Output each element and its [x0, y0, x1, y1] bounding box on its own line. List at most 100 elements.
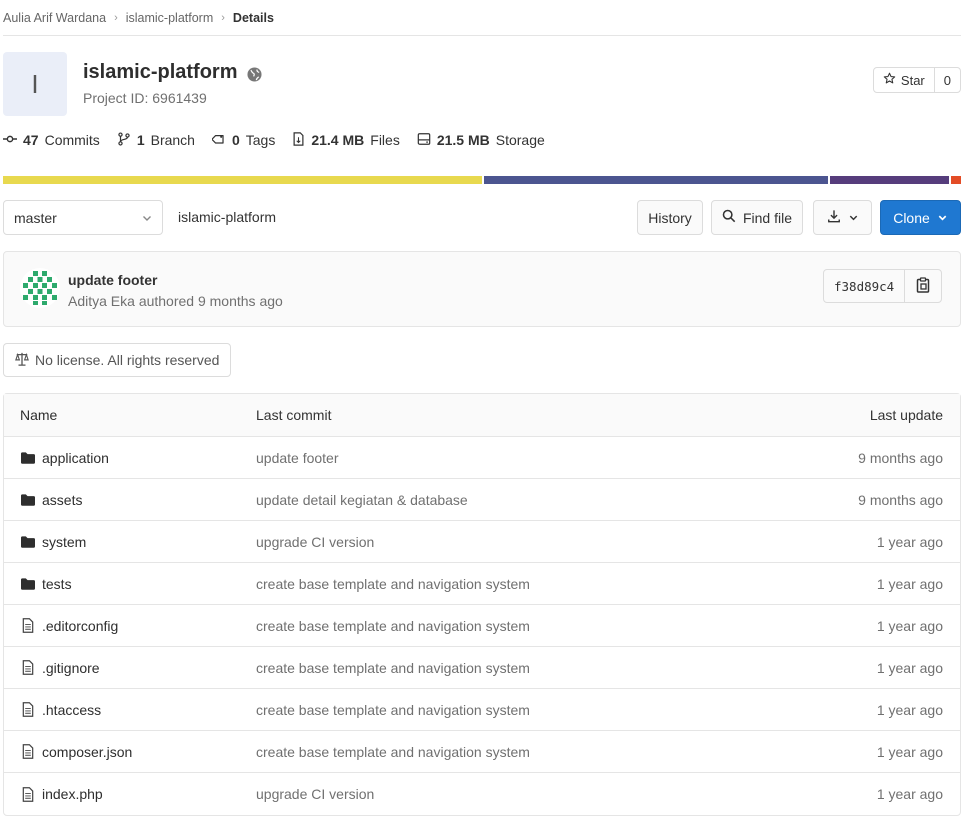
file-name-link[interactable]: .gitignore [20, 660, 100, 676]
project-avatar[interactable]: I [3, 52, 67, 116]
commit-sha-group: f38d89c4 [823, 269, 943, 303]
branch-count: 1 [136, 132, 145, 148]
folder-icon [20, 534, 36, 550]
table-row[interactable]: .htaccess create base template and naviga… [4, 689, 960, 731]
last-update: 9 months ago [858, 491, 943, 508]
chevron-down-icon [937, 210, 948, 226]
commits-stat[interactable]: 47 Commits [3, 132, 100, 149]
tags-label: Tags [245, 132, 276, 148]
commits-label: Commits [44, 132, 100, 148]
branch-icon [117, 131, 131, 149]
column-header-last-update: Last update [869, 407, 943, 423]
last-commit-link[interactable]: create base template and navigation syst… [256, 660, 530, 676]
commit-title-link[interactable]: update footer [68, 272, 157, 288]
last-commit-panel: update footer Aditya Eka authored 9 mont… [3, 251, 961, 327]
license-badge[interactable]: No license. All rights reserved [3, 343, 232, 377]
author-avatar[interactable] [20, 268, 60, 308]
table-row[interactable]: application update footer 9 months ago [4, 437, 960, 479]
star-count[interactable]: 0 [935, 68, 960, 92]
table-row[interactable]: assets update detail kegiatan & database 9… [4, 479, 960, 521]
file-tree-table: Name Last commit Last update application… [3, 393, 961, 816]
file-name-link[interactable]: composer.json [20, 744, 132, 760]
last-commit-link[interactable]: create base template and navigation syst… [256, 702, 530, 718]
project-name: islamic-platform [83, 61, 238, 83]
branch-stat[interactable]: 1 Branch [117, 131, 195, 149]
last-commit-link[interactable]: upgrade CI version [256, 534, 374, 550]
download-icon [827, 209, 841, 226]
file-icon [20, 786, 36, 802]
star-label: Star [900, 72, 925, 88]
commit-sha[interactable]: f38d89c4 [824, 270, 906, 302]
star-control: Star 0 [872, 67, 961, 93]
clone-button[interactable]: Clone [880, 200, 961, 235]
history-button[interactable]: History [637, 200, 703, 235]
repo-path-link[interactable]: islamic-platform [178, 209, 276, 225]
scale-icon [15, 352, 29, 369]
file-icon [20, 744, 36, 760]
project-id: Project ID: 6961439 [83, 90, 207, 106]
search-icon [722, 209, 736, 226]
breadcrumb-project-link[interactable]: islamic-platform [126, 11, 214, 25]
clone-label: Clone [893, 209, 930, 226]
storage-stat: 21.5 MB Storage [417, 132, 545, 149]
file-name-link[interactable]: .editorconfig [20, 618, 118, 634]
storage-label: Storage [495, 132, 545, 148]
last-update: 1 year ago [876, 786, 943, 802]
last-commit-link[interactable]: update detail kegiatan & database [256, 492, 468, 508]
storage-size: 21.5 MB [436, 132, 490, 148]
file-icon [20, 660, 36, 676]
tags-stat[interactable]: 0 Tags [211, 132, 276, 149]
file-name: composer.json [42, 743, 133, 760]
find-file-button[interactable]: Find file [711, 200, 803, 235]
last-commit-link[interactable]: create base template and navigation syst… [256, 744, 530, 760]
commit-icon [3, 132, 17, 149]
file-name: .gitignore [42, 659, 100, 676]
file-name-link[interactable]: system [20, 534, 86, 550]
commit-meta: Aditya Eka authored 9 months ago [68, 293, 283, 309]
table-row[interactable]: .gitignore create base template and navig… [4, 647, 960, 689]
table-row[interactable]: index.php upgrade CI version 1 year ago [4, 773, 960, 815]
table-row[interactable]: composer.json create base template and na… [4, 731, 960, 773]
file-name-link[interactable]: index.php [20, 786, 103, 802]
language-segment[interactable] [3, 176, 482, 184]
chevron-down-icon [848, 210, 859, 226]
branch-label: Branch [150, 132, 195, 148]
table-header: Name Last commit Last update [4, 394, 960, 437]
column-header-name: Name [20, 407, 58, 423]
repo-toolbar: master islamic-platform History Find fil… [3, 200, 961, 235]
file-name-link[interactable]: assets [20, 492, 82, 508]
language-segment[interactable] [483, 176, 828, 184]
breadcrumb-owner-link[interactable]: Aulia Arif Wardana [3, 11, 106, 25]
file-name-link[interactable]: .htaccess [20, 702, 101, 718]
branch-select-value: master [14, 209, 57, 226]
files-stat[interactable]: 21.4 MB Files [292, 131, 400, 149]
column-header-last-commit: Last commit [256, 407, 332, 423]
file-name: index.php [42, 786, 103, 802]
chevron-right-icon: › [221, 11, 225, 24]
last-commit-link[interactable]: upgrade CI version [256, 786, 374, 802]
language-segment[interactable] [829, 176, 949, 184]
last-commit-link[interactable]: create base template and navigation syst… [256, 618, 530, 634]
folder-icon [20, 492, 36, 508]
repository-language-bar[interactable] [3, 176, 961, 184]
breadcrumb: Aulia Arif Wardana › islamic-platform › … [3, 0, 961, 36]
chevron-right-icon: › [114, 11, 118, 24]
copy-sha-button[interactable] [905, 270, 941, 302]
breadcrumb-current[interactable]: Details [233, 11, 274, 25]
table-row[interactable]: tests create base template and navigation… [4, 563, 960, 605]
table-row[interactable]: system upgrade CI version 1 year ago [4, 521, 960, 563]
file-name: tests [42, 575, 72, 592]
last-commit-link[interactable]: update footer [256, 450, 339, 466]
table-row[interactable]: .editorconfig create base template and na… [4, 605, 960, 647]
star-button[interactable]: Star [874, 68, 935, 92]
file-name-link[interactable]: application [20, 450, 109, 466]
files-size: 21.4 MB [311, 132, 365, 148]
tag-icon [211, 132, 226, 149]
download-button[interactable] [813, 200, 872, 235]
chevron-down-icon [141, 211, 153, 227]
language-segment[interactable] [950, 176, 961, 184]
file-name-link[interactable]: tests [20, 576, 72, 592]
last-commit-link[interactable]: create base template and navigation syst… [256, 576, 530, 592]
branch-select[interactable]: master [3, 200, 163, 235]
table-body: application update footer 9 months ago asse… [4, 437, 960, 815]
